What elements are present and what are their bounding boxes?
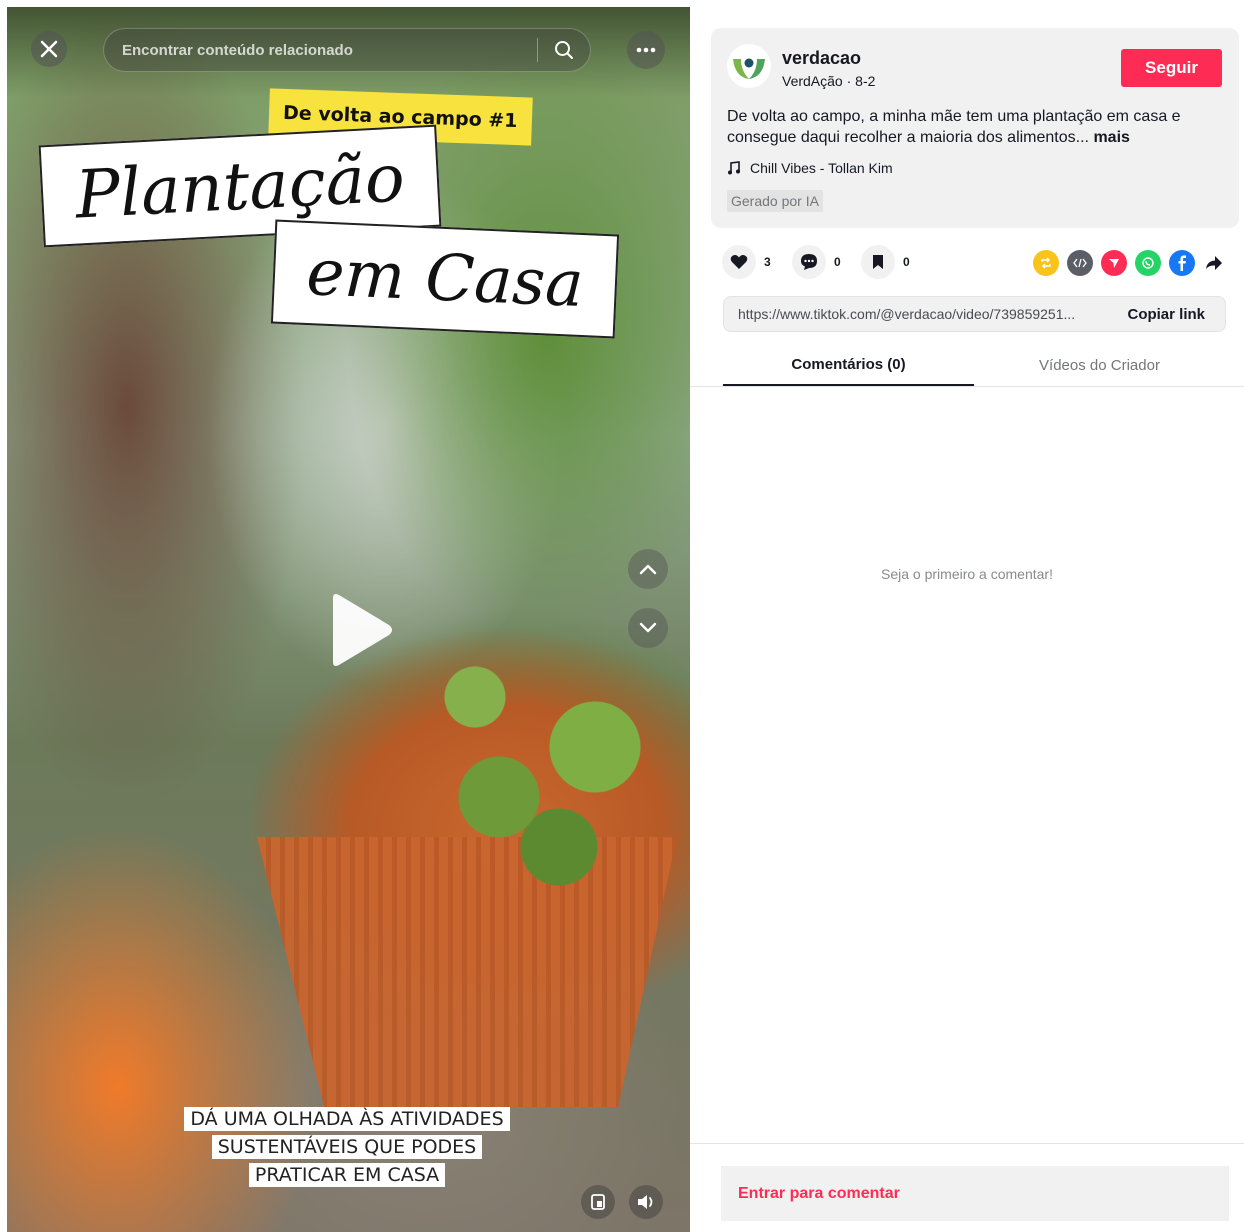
embed-icon[interactable] — [1067, 250, 1093, 276]
search-button[interactable] — [538, 29, 590, 71]
heart-icon — [730, 255, 748, 269]
play-button[interactable] — [325, 592, 395, 668]
floating-player-icon — [591, 1194, 605, 1210]
like-count: 3 — [764, 255, 771, 269]
forward-arrow-icon — [1206, 256, 1222, 270]
share-arrow-icon[interactable] — [1201, 250, 1227, 276]
creator-subline: VerdAção · 8-2 — [782, 73, 876, 89]
video-title-line2: em Casa — [270, 219, 620, 339]
bookmark-icon — [873, 255, 883, 269]
copy-link-button[interactable]: Copiar link — [1113, 306, 1225, 323]
music-info[interactable]: Chill Vibes - Tollan Kim — [727, 160, 893, 176]
comment-tabs: Comentários (0) Vídeos do Criador — [690, 345, 1244, 387]
video-player[interactable]: De volta ao campo #1 Plantação em Casa D… — [7, 7, 690, 1232]
next-video-button[interactable] — [628, 608, 668, 648]
save-count: 0 — [903, 255, 910, 269]
video-url[interactable]: https://www.tiktok.com/@verdacao/video/7… — [724, 306, 1113, 322]
avatar[interactable] — [727, 44, 771, 88]
verdacao-logo-icon — [733, 58, 765, 79]
send-icon[interactable] — [1101, 250, 1127, 276]
like-circle — [722, 245, 756, 279]
search-input[interactable] — [104, 29, 537, 71]
previous-video-button[interactable] — [628, 549, 668, 589]
close-icon — [40, 40, 58, 58]
whatsapp-icon[interactable] — [1135, 250, 1161, 276]
action-bar: 3 0 0 — [722, 245, 1232, 281]
ai-generated-badge: Gerado por IA — [727, 190, 823, 212]
comment-circle — [792, 245, 826, 279]
search-icon — [555, 41, 573, 59]
comment-button[interactable]: 0 — [792, 245, 841, 279]
facebook-icon[interactable] — [1169, 250, 1195, 276]
empty-comments-message: Seja o primeiro a comentar! — [881, 566, 1053, 582]
chevron-up-icon — [639, 564, 657, 575]
repost-icon[interactable] — [1033, 250, 1059, 276]
save-circle — [861, 245, 895, 279]
follow-button[interactable]: Seguir — [1121, 49, 1222, 87]
chevron-down-icon — [639, 622, 657, 633]
code-brackets-icon — [1073, 258, 1087, 268]
volume-button[interactable] — [629, 1185, 663, 1219]
caption-line1: DÁ UMA OLHADA ÀS ATIVIDADES — [184, 1107, 510, 1131]
video-description: De volta ao campo, a minha mãe tem uma p… — [727, 106, 1223, 148]
play-icon — [333, 594, 392, 666]
caption-line3: PRATICAR EM CASA — [248, 1163, 446, 1187]
whatsapp-glyph-icon — [1142, 257, 1154, 269]
caption-line2: SUSTENTÁVEIS QUE PODES — [211, 1135, 483, 1159]
bottom-divider — [690, 1143, 1244, 1144]
like-button[interactable]: 3 — [722, 245, 771, 279]
music-title: Chill Vibes - Tollan Kim — [750, 160, 893, 176]
volume-icon — [638, 1195, 653, 1209]
repost-arrows-icon — [1041, 257, 1051, 269]
more-options-button[interactable] — [627, 31, 665, 69]
comment-bubble-icon — [801, 254, 817, 270]
video-info-card: verdacao VerdAção · 8-2 Seguir De volta … — [711, 28, 1239, 228]
see-more-link[interactable]: mais — [1093, 129, 1129, 146]
music-note-icon — [728, 161, 740, 175]
close-button[interactable] — [31, 31, 67, 67]
login-to-comment-button[interactable]: Entrar para comentar — [721, 1166, 1229, 1221]
video-caption: DÁ UMA OLHADA ÀS ATIVIDADES SUSTENTÁVEIS… — [177, 1105, 517, 1189]
tab-creator-videos[interactable]: Vídeos do Criador — [974, 345, 1225, 386]
video-leaves-shape — [427, 647, 667, 897]
more-dots-icon — [636, 47, 656, 53]
facebook-f-icon — [1178, 255, 1186, 271]
comment-count: 0 — [834, 255, 841, 269]
tab-comments[interactable]: Comentários (0) — [723, 345, 974, 386]
video-link-box: https://www.tiktok.com/@verdacao/video/7… — [723, 296, 1226, 332]
paper-plane-icon — [1109, 259, 1119, 268]
search-bar — [103, 28, 591, 72]
creator-username[interactable]: verdacao — [782, 48, 861, 69]
save-button[interactable]: 0 — [861, 245, 910, 279]
picture-in-picture-button[interactable] — [581, 1185, 615, 1219]
